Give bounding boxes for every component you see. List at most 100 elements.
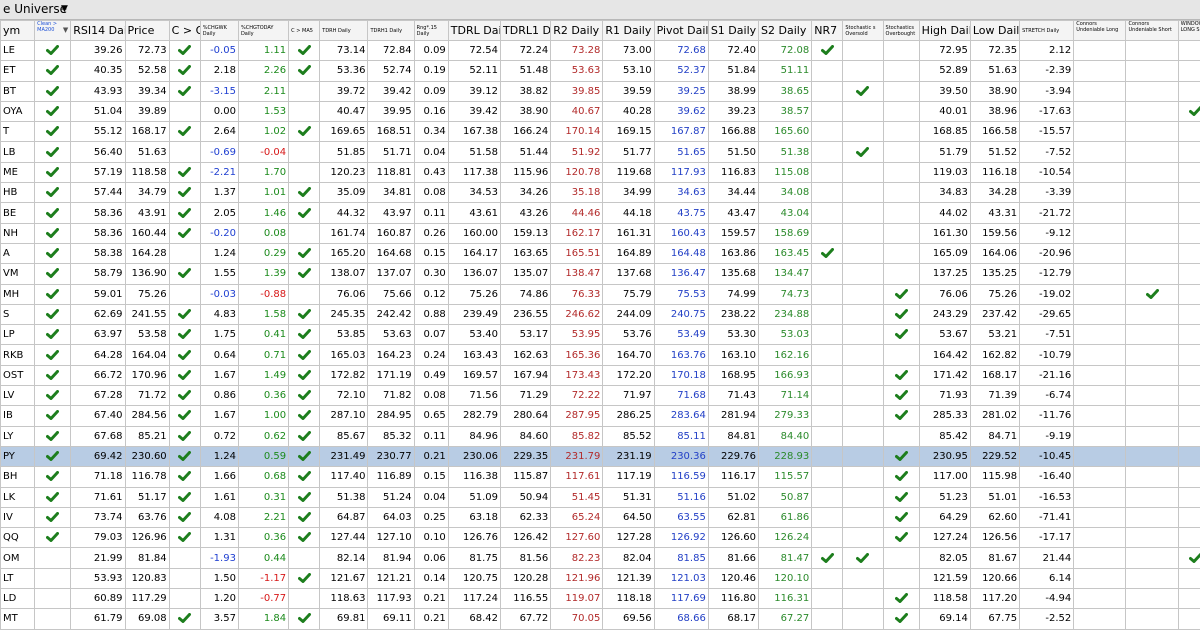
cell-price: 136.90 [124,263,170,285]
cell-high: 168.85 [918,121,971,143]
column-header-price[interactable]: Price [124,20,170,41]
cell-cma [288,344,321,366]
column-header-low[interactable]: Low Daily [969,20,1021,41]
column-header-wk[interactable]: %CHGWK Daily [199,20,239,41]
cell-cma [288,141,321,163]
check-icon [894,369,908,380]
cell-low: 168.17 [969,364,1021,387]
table-row[interactable]: ET 40.35 52.58 2.18 2.26 53.36 52.74 0.19 52.11 5… [0,60,1200,82]
table-row[interactable]: HB 57.44 34.79 1.37 1.01 35.09 34.81 0.08 34.53 3… [0,182,1200,204]
cell-cul [1073,202,1127,224]
table-row[interactable]: A 58.38 164.28 1.24 0.29 165.20 164.68 0.15 164.… [0,242,1200,265]
table-row[interactable]: OYA 51.04 39.89 0.00 1.53 40.47 39.95 0.16 39.42… [0,100,1200,123]
cell-price: 72.73 [124,39,170,62]
column-header-pivot[interactable]: Pivot Daily [653,20,709,41]
cell-stob [882,344,920,366]
column-header-stretch[interactable]: STRETCH Daily [1019,20,1075,41]
cell-r1: 53.76 [602,324,655,346]
column-header-co[interactable]: C > O [168,20,201,41]
cell-r2: 44.46 [550,202,604,224]
table-row[interactable]: LK 71.61 51.17 1.61 0.31 51.38 51.24 0.04 51.09 5… [0,486,1200,508]
check-icon [297,187,311,198]
cell-stretch: -2.52 [1019,608,1075,630]
column-header-s2[interactable]: S2 Daily [758,20,813,41]
column-header-tdrl1[interactable]: TDRL1 Daily [499,20,552,41]
table-row[interactable]: BH 71.18 116.78 1.66 0.68 117.40 116.89 0.15 116… [0,466,1200,488]
table-row[interactable]: LD 60.89 117.29 1.20 -0.77 118.63 117.93 0.21 11… [0,588,1200,610]
cell-tdrl1: 115.96 [499,161,552,184]
column-header-rsi[interactable]: RSI14 Daily [70,20,126,41]
cell-rsi: 67.28 [70,385,126,407]
cell-s1: 43.47 [707,202,760,224]
column-header-cma[interactable]: C > MA5 [288,20,321,41]
check-icon [297,45,311,56]
cell-wk: 3.57 [199,608,239,630]
column-header-rng[interactable]: Rng*.15 Daily [413,20,449,41]
table-row[interactable]: BE 58.36 43.91 2.05 1.46 44.32 43.97 0.11 43.61 4… [0,202,1200,224]
cell-wk: 1.50 [199,567,239,590]
table-row[interactable]: RKB 64.28 164.04 0.64 0.71 165.03 164.23 0.24 16… [0,344,1200,366]
column-header-tdrl[interactable]: TDRL Daily [447,20,502,41]
cell-tdrl: 160.00 [447,222,502,244]
table-row[interactable]: T 55.12 168.17 2.64 1.02 169.65 168.51 0.34 167.… [0,121,1200,143]
cell-stob [882,303,920,326]
column-header-label: %CHGTODAY Daily [240,24,274,37]
table-row[interactable]: LB 56.40 51.63 -0.69 -0.04 51.85 51.71 0.04 51.5… [0,141,1200,163]
table-row[interactable]: MH 59.01 75.26 -0.03 -0.88 76.06 75.66 0.12 75.2… [0,283,1200,305]
table-row[interactable]: ME 57.19 118.58 -2.21 1.70 120.23 118.81 0.43 11… [0,161,1200,184]
cell-stob [882,121,920,143]
column-header-s1[interactable]: S1 Daily [707,20,760,41]
table-row[interactable]: LT 53.93 120.83 1.50 -1.17 121.67 121.21 0.14 12… [0,567,1200,590]
column-header-stob[interactable]: Stochastics Overbought [882,20,920,41]
cell-wls [1177,425,1200,447]
table-row[interactable]: IV 73.74 63.76 4.08 2.21 64.87 64.03 0.25 63.18 6… [0,506,1200,529]
table-row[interactable]: BT 43.93 39.34 -3.15 2.11 39.72 39.42 0.09 39.12… [0,80,1200,102]
column-header-cus[interactable]: Connors Undeniable Short [1125,20,1179,41]
cell-stretch: -10.54 [1019,161,1075,184]
cell-rsi: 59.01 [70,283,126,305]
cell-tdrl: 169.57 [447,364,502,387]
sort-descending-icon[interactable]: ▼ [63,27,68,34]
table-row[interactable]: VM 58.79 136.90 1.55 1.39 138.07 137.07 0.30 136… [0,263,1200,285]
cell-wk: 1.31 [199,527,239,549]
table-row[interactable]: LV 67.28 71.72 0.86 0.36 72.10 71.82 0.08 71.56 7… [0,385,1200,407]
column-header-wls[interactable]: WINDOW LONG SI [1177,20,1200,41]
table-row[interactable]: QQ 79.03 126.96 1.31 0.36 127.44 127.10 0.10 126… [0,527,1200,549]
cell-today: 1.53 [237,100,290,123]
cell-pivot: 230.36 [653,445,709,468]
cell-nr7 [811,222,844,244]
column-header-stos[interactable]: Stochastic s Oversold [842,20,884,41]
table-row[interactable]: LE 39.26 72.73 -0.05 1.11 73.14 72.84 0.09 72.54… [0,39,1200,62]
column-header-cul[interactable]: Connors Undeniable Long [1073,20,1127,41]
table-row[interactable]: OM 21.99 81.84 -1.93 0.44 82.14 81.94 0.06 81.75… [0,547,1200,569]
column-header-r1[interactable]: R1 Daily [602,20,655,41]
column-header-nr7[interactable]: NR7 [811,20,844,41]
column-header-today[interactable]: %CHGTODAY Daily [237,20,290,41]
cell-stretch: -71.41 [1019,506,1075,529]
table-row[interactable]: OST 66.72 170.96 1.67 1.49 172.82 171.19 0.49 16… [0,364,1200,387]
table-row[interactable]: NH 58.36 160.44 -0.20 0.08 161.74 160.87 0.26 16… [0,222,1200,244]
table-row[interactable]: S 62.69 241.55 4.83 1.58 245.35 242.42 0.88 239.… [0,303,1200,326]
cell-r1: 164.89 [602,242,655,265]
column-header-label: Connors Undeniable Long [1076,21,1119,34]
table-row[interactable]: LP 63.97 53.58 1.75 0.41 53.85 53.63 0.07 53.40 5… [0,324,1200,346]
column-header-sym[interactable]: ym [0,20,36,41]
cell-s1: 168.95 [707,364,760,387]
universe-dropdown-icon[interactable]: ▼ [61,0,68,19]
table-row[interactable]: LY 67.68 85.21 0.72 0.62 85.67 85.32 0.11 84.96 8… [0,425,1200,447]
column-header-tdrh[interactable]: TDRH Daily [319,20,369,41]
check-icon [820,45,834,56]
table-row[interactable]: PY 69.42 230.60 1.24 0.59 231.49 230.77 0.21 230… [0,445,1200,468]
column-header-clean[interactable]: Clean > MA200 ▼ [34,20,72,41]
column-header-high[interactable]: High Daily [918,20,971,41]
column-header-tdrh1[interactable]: TDRH1 Daily [367,20,415,41]
cell-s2: 115.08 [758,161,813,184]
cell-price: 116.78 [124,466,170,488]
cell-co [168,202,201,224]
table-row[interactable]: MT 61.79 69.08 3.57 1.84 69.81 69.11 0.21 68.42 6… [0,608,1200,630]
scan-results-grid[interactable]: ymClean > MA200▼RSI14 DailyPriceC > O%CH… [0,20,1200,630]
table-row[interactable]: IB 67.40 284.56 1.67 1.00 287.10 284.95 0.65 282… [0,405,1200,427]
column-header-r2[interactable]: R2 Daily [550,20,604,41]
cell-sym: PY [0,445,36,468]
cell-stob [882,202,920,224]
